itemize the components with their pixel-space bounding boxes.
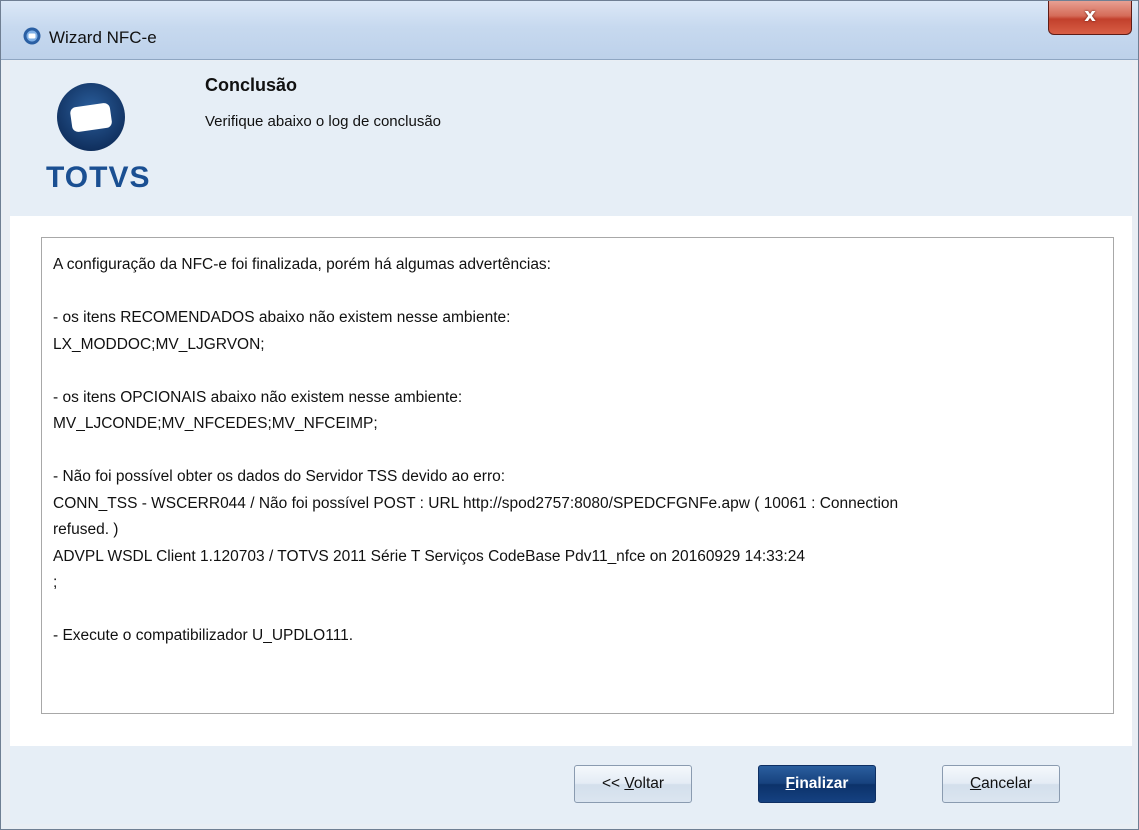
log-line: - os itens OPCIONAIS abaixo não existem … — [53, 388, 463, 406]
content-area: A configuração da NFC-e foi finalizada, … — [10, 216, 1132, 746]
log-line: A configuração da NFC-e foi finalizada, … — [53, 256, 551, 273]
title-bar[interactable]: Wizard NFC-e x — [1, 1, 1138, 60]
finish-button-accel: F — [785, 775, 796, 792]
wizard-header: TOTVS Conclusão Verifique abaixo o log d… — [10, 61, 1132, 216]
log-line: refused. ) — [53, 521, 119, 538]
wizard-footer: << Voltar Finalizar Cancelar — [10, 746, 1132, 824]
cancel-button-label: ancelar — [981, 775, 1033, 792]
log-line: CONN_TSS - WSCERR044 / Não foi possível … — [53, 494, 899, 512]
back-button-label: oltar — [633, 775, 665, 792]
log-textbox[interactable]: A configuração da NFC-e foi finalizada, … — [41, 237, 1114, 714]
totvs-logo-icon — [57, 83, 125, 151]
log-line: - Não foi possível obter os dados do Ser… — [53, 468, 506, 485]
totvs-logo: TOTVS — [46, 81, 156, 211]
log-line: - Execute o compatibilizador U_UPDLO111. — [53, 627, 354, 644]
finish-button-label: inalizar — [795, 775, 849, 792]
window-title: Wizard NFC-e — [49, 28, 157, 47]
log-line: ADVPL WSDL Client 1.120703 / TOTVS 2011 … — [53, 547, 805, 565]
log-line: - os itens RECOMENDADOS abaixo não exist… — [53, 309, 511, 326]
log-line: MV_LJCONDE;MV_NFCEDES;MV_NFCEIMP; — [53, 415, 378, 432]
close-button[interactable]: x — [1048, 1, 1132, 35]
back-button-accel: V — [624, 775, 634, 792]
close-icon: x — [1084, 5, 1096, 26]
back-button[interactable]: << Voltar — [574, 765, 692, 803]
page-subtitle: Verifique abaixo o log de conclusão — [205, 113, 442, 130]
app-icon — [23, 27, 41, 45]
finish-button[interactable]: Finalizar — [758, 765, 876, 803]
back-button-prefix: << — [601, 775, 625, 792]
logo-text: TOTVS — [46, 161, 151, 194]
log-line: LX_MODDOC;MV_LJGRVON; — [53, 335, 265, 353]
wizard-window: Wizard NFC-e x TOTVS Conclusão Verifique… — [0, 0, 1139, 830]
log-lines: A configuração da NFC-e foi finalizada, … — [53, 252, 1103, 650]
cancel-button-accel: C — [969, 775, 982, 792]
page-title: Conclusão — [205, 75, 298, 95]
log-line: ; — [53, 574, 58, 591]
cancel-button[interactable]: Cancelar — [942, 765, 1060, 803]
